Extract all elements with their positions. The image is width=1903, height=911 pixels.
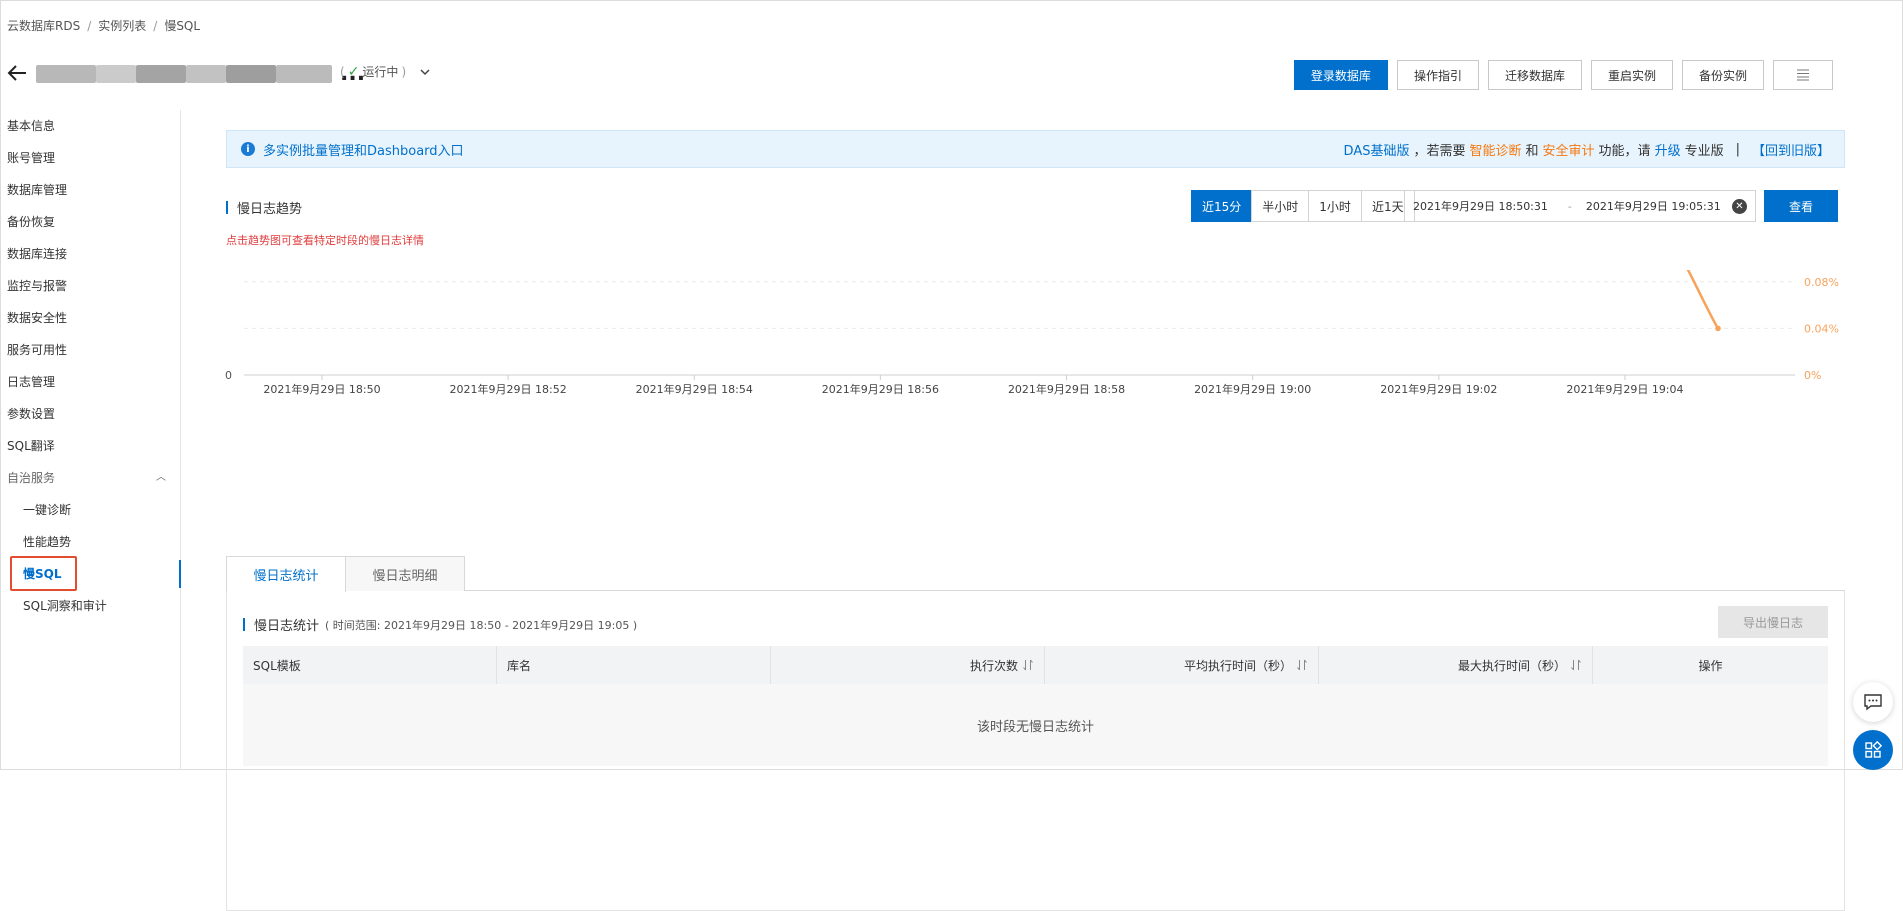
y-left-tick-label: 0 (225, 369, 232, 382)
apps-grid-icon (1865, 741, 1882, 758)
col-db-name: 库名 (497, 646, 771, 684)
restart-instance-button[interactable]: 重启实例 (1590, 60, 1673, 90)
instance-status[interactable]: ( ✓ 运行中 ) (340, 63, 431, 80)
slow-log-trend-chart[interactable]: 0%0.04%0.08%0.12%0.16%0.2%012021年9月29日 1… (0, 270, 1903, 530)
highlight-annotation-box (10, 556, 77, 591)
sidebar-item-sql-audit[interactable]: SQL洞察和审计 (0, 590, 180, 622)
data-point (1715, 325, 1721, 332)
migrate-db-button[interactable]: 迁移数据库 (1487, 60, 1582, 90)
y-right-tick-label: 0.08% (1804, 276, 1839, 289)
export-slow-log-button[interactable]: 导出慢日志 (1718, 606, 1828, 638)
back-arrow-icon[interactable] (6, 62, 28, 84)
sidebar-item-backup-restore[interactable]: 备份恢复 (0, 206, 180, 238)
backup-instance-button[interactable]: 备份实例 (1681, 60, 1764, 90)
x-tick-label: 2021年9月29日 18:50 (263, 382, 380, 396)
top-actions: 登录数据库 操作指引 迁移数据库 重启实例 备份实例 (1293, 60, 1833, 90)
chat-float-button[interactable] (1853, 682, 1893, 722)
check-icon: ✓ (347, 63, 360, 80)
y-right-tick-label: 0% (1804, 369, 1821, 382)
date-range-picker[interactable]: 2021年9月29日 18:50:31 - 2021年9月29日 19:05:3… (1404, 190, 1756, 222)
status-text: 运行中 (362, 65, 399, 79)
batch-manage-link[interactable]: 多实例批量管理和Dashboard入口 (263, 140, 464, 159)
sidebar-item-databases[interactable]: 数据库管理 (0, 174, 180, 206)
x-tick-label: 2021年9月29日 18:52 (450, 382, 567, 396)
notice-divider: | (1735, 141, 1740, 157)
notice-need: ，若需要 (1413, 143, 1466, 159)
table-header: SQL模板 库名 执行次数 平均执行时间（秒） 最大执行时间（秒） 操作 (243, 646, 1828, 684)
notice-pro: 专业版 (1684, 143, 1724, 159)
y-right-tick-label: 0.04% (1804, 322, 1839, 335)
chat-icon (1864, 694, 1882, 711)
notice-and: 和 (1525, 143, 1539, 159)
stats-header: 慢日志统计 ( 时间范围: 2021年9月29日 18:50 - 2021年9月… (243, 615, 638, 635)
table-empty-state: 该时段无慢日志统计 (243, 684, 1828, 766)
stats-panel: 慢日志统计 ( 时间范围: 2021年9月29日 18:50 - 2021年9月… (226, 591, 1845, 911)
col-exec-count: 执行次数 (771, 646, 1045, 684)
breadcrumb-instance-list[interactable]: 实例列表 (98, 19, 146, 33)
tab-slow-log-detail[interactable]: 慢日志明细 (345, 556, 465, 591)
x-tick-label: 2021年9月29日 19:02 (1380, 382, 1497, 396)
notice-bar: i 多实例批量管理和Dashboard入口 DAS基础版 ，若需要 智能诊断 和… (226, 130, 1845, 168)
main-content: i 多实例批量管理和Dashboard入口 DAS基础版 ，若需要 智能诊断 和… (225, 130, 1845, 911)
breadcrumb-slow-sql: 慢SQL (164, 19, 201, 33)
login-db-button[interactable]: 登录数据库 (1293, 60, 1388, 90)
clear-icon[interactable]: ✕ (1732, 198, 1747, 214)
breadcrumb-rds[interactable]: 云数据库RDS (7, 19, 80, 33)
x-tick-label: 2021年9月29日 18:54 (636, 382, 753, 396)
chevron-down-icon[interactable] (419, 66, 431, 78)
stats-title: 慢日志统计 (243, 615, 319, 634)
tab-bar: 慢日志统计 慢日志明细 (226, 556, 1845, 592)
sidebar-item-performance[interactable]: 性能趋势 (0, 526, 180, 558)
sidebar-item-accounts[interactable]: 账号管理 (0, 142, 180, 174)
date-start[interactable]: 2021年9月29日 18:50:31 (1413, 198, 1548, 214)
date-end[interactable]: 2021年9月29日 19:05:31 (1586, 198, 1721, 214)
sort-icon[interactable] (1022, 659, 1034, 671)
range-30min-button[interactable]: 半小时 (1251, 190, 1310, 222)
apps-float-button[interactable] (1853, 730, 1893, 770)
sidebar-item-basic-info[interactable]: 基本信息 (0, 110, 180, 142)
trend-header: 慢日志趋势 近15分 半小时 1小时 近1天 2021年9月29日 18:50:… (226, 190, 1845, 222)
notice-right: DAS基础版 ，若需要 智能诊断 和 安全审计 功能，请 升级 专业版 | 【回… (1344, 140, 1830, 159)
sidebar-item-db-connection[interactable]: 数据库连接 (0, 238, 180, 270)
col-sql-template: SQL模板 (243, 646, 497, 684)
stats-time-range: ( 时间范围: 2021年9月29日 18:50 - 2021年9月29日 19… (325, 618, 638, 632)
list-icon (1797, 69, 1809, 81)
old-version-link[interactable]: 【回到旧版】 (1752, 140, 1830, 159)
x-tick-label: 2021年9月29日 19:00 (1194, 382, 1311, 396)
col-max-exec-time: 最大执行时间（秒） (1319, 646, 1593, 684)
smart-diagnosis-link[interactable]: 智能诊断 (1470, 140, 1522, 159)
more-menu-button[interactable] (1773, 60, 1833, 90)
range-15min-button[interactable]: 近15分 (1191, 190, 1253, 222)
breadcrumb: 云数据库RDS / 实例列表 / 慢SQL (7, 19, 201, 33)
sort-icon[interactable] (1296, 659, 1308, 671)
sort-icon[interactable] (1570, 659, 1582, 671)
x-tick-label: 2021年9月29日 18:56 (822, 382, 939, 396)
upgrade-link[interactable]: 升级 (1655, 140, 1681, 159)
guide-button[interactable]: 操作指引 (1396, 60, 1479, 90)
query-button[interactable]: 查看 (1764, 190, 1838, 222)
x-tick-label: 2021年9月29日 18:58 (1008, 382, 1125, 396)
x-tick-label: 2021年9月29日 19:04 (1566, 382, 1683, 396)
tab-slow-log-stats[interactable]: 慢日志统计 (226, 556, 346, 592)
info-icon: i (241, 142, 255, 156)
security-audit-link[interactable]: 安全审计 (1543, 140, 1595, 159)
slow-log-table: SQL模板 库名 执行次数 平均执行时间（秒） 最大执行时间（秒） 操作 该时段… (243, 646, 1828, 766)
das-basic-link[interactable]: DAS基础版 (1344, 140, 1410, 159)
trend-title: 慢日志趋势 (226, 198, 302, 217)
trend-hint: 点击趋势图可查看特定时段的慢日志详情 (226, 234, 424, 247)
range-1h-button[interactable]: 1小时 (1308, 190, 1362, 222)
col-actions: 操作 (1698, 658, 1723, 673)
instance-name-redacted: ... (36, 61, 365, 86)
series-line (1686, 270, 1720, 330)
notice-feature: 功能，请 (1598, 143, 1651, 159)
col-avg-exec-time: 平均执行时间（秒） (1045, 646, 1319, 684)
time-range-group: 近15分 半小时 1小时 近1天 (1191, 190, 1415, 222)
